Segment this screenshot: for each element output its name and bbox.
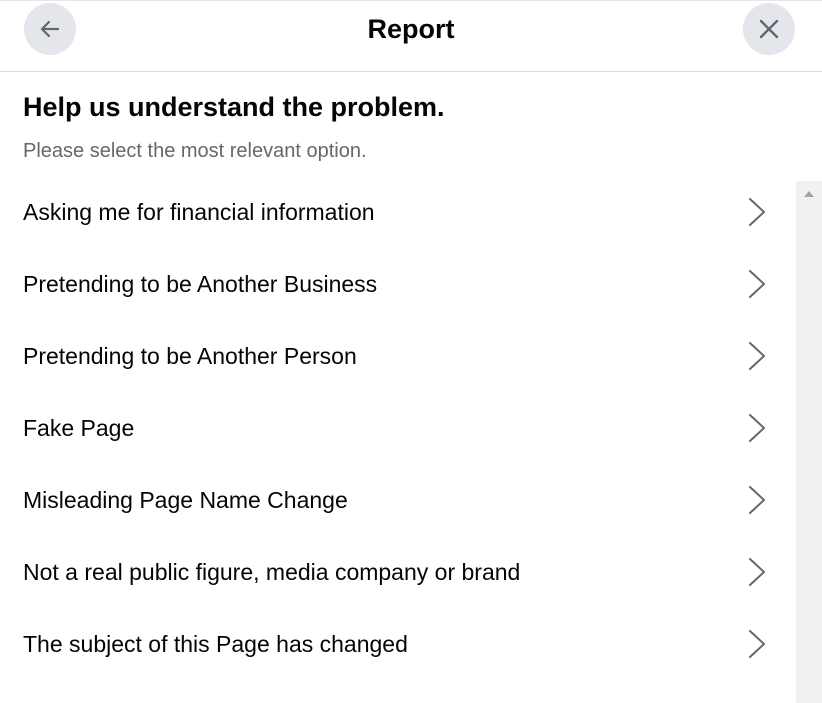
option-label: Fake Page xyxy=(23,415,135,441)
dialog-header: Report xyxy=(0,0,822,72)
scroll-up-arrow-icon[interactable] xyxy=(804,191,814,197)
option-label: Asking me for financial information xyxy=(23,199,375,225)
option-label: Not a real public figure, media company … xyxy=(23,559,521,585)
option-fake-page[interactable]: Fake Page xyxy=(0,392,790,464)
page-heading: Help us understand the problem. xyxy=(23,92,445,122)
report-dialog: Report Help us understand the problem. P… xyxy=(0,0,822,703)
chevron-right-icon xyxy=(749,414,765,442)
scrollbar[interactable] xyxy=(796,181,822,703)
chevron-right-icon xyxy=(749,270,765,298)
chevron-right-icon xyxy=(749,630,765,658)
option-label: Pretending to be Another Person xyxy=(23,343,357,369)
option-label: Pretending to be Another Business xyxy=(23,271,378,297)
option-misleading-name-change[interactable]: Misleading Page Name Change xyxy=(0,464,790,536)
options-list: Asking me for financial information Pret… xyxy=(0,176,790,680)
chevron-right-icon xyxy=(749,198,765,226)
page-subheading: Please select the most relevant option. xyxy=(23,140,367,162)
chevron-right-icon xyxy=(749,558,765,586)
option-financial-information[interactable]: Asking me for financial information xyxy=(0,176,790,248)
dialog-title: Report xyxy=(367,14,455,44)
option-another-person[interactable]: Pretending to be Another Person xyxy=(0,320,790,392)
close-icon xyxy=(757,17,781,41)
option-label: Misleading Page Name Change xyxy=(23,487,348,513)
option-not-real-public-figure[interactable]: Not a real public figure, media company … xyxy=(0,536,790,608)
close-button[interactable] xyxy=(743,3,795,55)
option-another-business[interactable]: Pretending to be Another Business xyxy=(0,248,790,320)
option-subject-changed[interactable]: The subject of this Page has changed xyxy=(0,608,790,680)
chevron-right-icon xyxy=(749,486,765,514)
chevron-right-icon xyxy=(749,342,765,370)
option-label: The subject of this Page has changed xyxy=(23,631,408,657)
